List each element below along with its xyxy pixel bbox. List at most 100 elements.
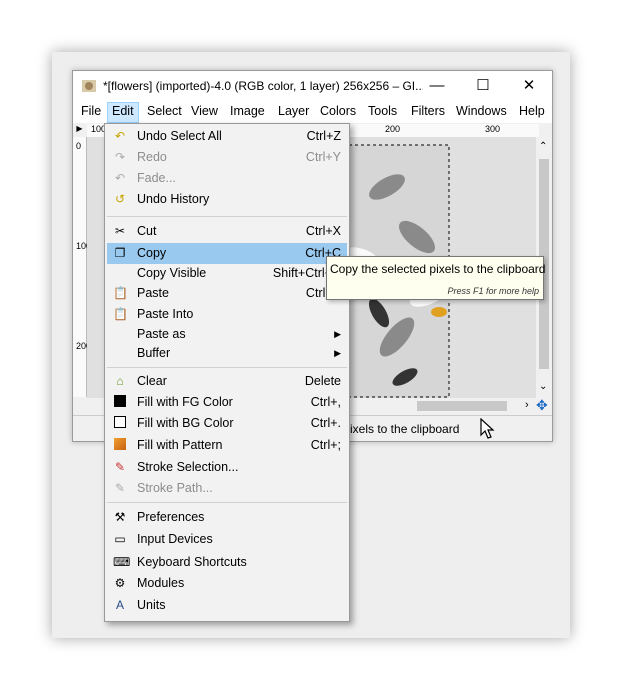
menu-item-label: Redo <box>137 150 167 164</box>
menu-item-label: Fade... <box>137 171 176 185</box>
menu-tools[interactable]: Tools <box>368 104 397 118</box>
modules-icon: ⚙ <box>114 576 126 590</box>
minimize-button[interactable]: — <box>414 71 460 101</box>
tooltip-text: Copy the selected pixels to the clipboar… <box>330 262 546 276</box>
mouse-cursor-icon <box>480 418 495 439</box>
submenu-arrow-icon: ▶ <box>334 348 341 358</box>
undo-history-icon: ↺ <box>114 192 126 206</box>
menu-item-shortcut: Ctrl+Y <box>305 150 341 164</box>
menu-separator <box>107 216 347 217</box>
menu-item-label: Preferences <box>137 510 205 524</box>
close-button[interactable]: ✕ <box>506 71 552 101</box>
menu-item-clear[interactable]: ⌂ Clear Delete <box>107 371 347 392</box>
menu-separator <box>107 502 347 503</box>
menu-item-label: Stroke Path... <box>137 481 213 495</box>
copy-icon: ❐ <box>114 246 126 260</box>
paste-into-icon: 📋 <box>113 307 128 321</box>
menu-item-label: Cut <box>137 224 157 238</box>
scroll-down-icon[interactable]: ⌄ <box>539 381 547 392</box>
menu-item-preferences[interactable]: ⚒ Preferences <box>107 507 347 528</box>
units-icon: A <box>115 598 124 612</box>
fg-color-icon <box>113 395 127 409</box>
keyboard-icon: ⌨ <box>113 555 131 569</box>
bg-color-icon <box>113 416 127 430</box>
menu-item-label: Fill with FG Color <box>137 395 233 409</box>
input-devices-icon: ▭ <box>114 532 126 546</box>
menu-image[interactable]: Image <box>230 104 265 118</box>
menu-item-label: Paste <box>137 286 169 300</box>
menu-item-label: Buffer <box>137 346 171 360</box>
menu-item-paste[interactable]: 📋 Paste Ctrl+V <box>107 283 347 304</box>
edit-menu: ↶ Undo Select All Ctrl+Z ↷ Redo Ctrl+Y ↶… <box>104 123 350 622</box>
ruler-origin-button[interactable]: ▶ <box>73 124 86 137</box>
menu-colors[interactable]: Colors <box>320 104 356 118</box>
menu-windows[interactable]: Windows <box>456 104 507 118</box>
menu-filters[interactable]: Filters <box>411 104 445 118</box>
scroll-up-icon[interactable]: ⌃ <box>539 141 547 152</box>
menu-item-buffer[interactable]: Buffer ▶ <box>107 343 347 364</box>
menu-item-cut[interactable]: ✂ Cut Ctrl+X <box>107 221 347 242</box>
menu-item-label: Units <box>137 598 166 612</box>
menu-item-copy[interactable]: ❐ Copy Ctrl+C <box>107 243 347 264</box>
menu-item-label: Stroke Selection... <box>137 460 239 474</box>
stroke-selection-icon: ✎ <box>114 460 126 474</box>
menu-item-undo-history[interactable]: ↺ Undo History <box>107 189 347 210</box>
stroke-path-icon: ✎ <box>114 481 126 495</box>
menu-file[interactable]: File <box>81 104 101 118</box>
menu-item-label: Copy Visible <box>137 266 207 280</box>
menu-item-label: Modules <box>137 576 185 590</box>
ruler-tick: 300 <box>485 124 501 134</box>
menu-item-label: Copy <box>137 246 167 260</box>
menu-item-stroke-path[interactable]: ✎ Stroke Path... <box>107 478 347 499</box>
menu-view[interactable]: View <box>191 104 218 118</box>
ruler-tick: 0 <box>76 141 82 151</box>
undo-icon: ↶ <box>114 129 126 143</box>
menu-item-shortcut: Delete <box>304 374 341 388</box>
menu-item-input-devices[interactable]: ▭ Input Devices <box>107 529 347 550</box>
pattern-icon <box>113 438 127 452</box>
maximize-button[interactable]: ☐ <box>460 71 506 101</box>
menu-item-label: Paste Into <box>137 307 194 321</box>
window-title: *[flowers] (imported)-4.0 (RGB color, 1 … <box>103 79 423 93</box>
menu-item-keyboard-shortcuts[interactable]: ⌨ Keyboard Shortcuts <box>107 552 347 573</box>
menu-help[interactable]: Help <box>519 104 545 118</box>
menu-item-fill-fg-color[interactable]: Fill with FG Color Ctrl+, <box>107 392 347 413</box>
menu-item-stroke-selection[interactable]: ✎ Stroke Selection... <box>107 457 347 478</box>
scroll-right-icon[interactable]: › <box>525 399 529 411</box>
scissors-icon: ✂ <box>114 224 126 238</box>
vertical-ruler[interactable]: 0 100 200 <box>73 137 91 397</box>
tooltip-hint: Press F1 for more help <box>447 286 539 296</box>
navigate-icon[interactable]: ✥ <box>536 397 548 414</box>
menu-edit[interactable]: Edit <box>107 102 139 123</box>
menu-item-label: Undo History <box>137 192 210 206</box>
horizontal-scroll-thumb[interactable] <box>417 401 507 411</box>
menu-item-label: Paste as <box>137 327 186 341</box>
menu-item-shortcut: Ctrl+, <box>310 395 341 409</box>
menu-item-units[interactable]: A Units <box>107 595 347 616</box>
menu-item-label: Clear <box>137 374 167 388</box>
title-bar: *[flowers] (imported)-4.0 (RGB color, 1 … <box>73 71 552 101</box>
menu-item-label: Keyboard Shortcuts <box>137 555 247 569</box>
menu-item-fill-bg-color[interactable]: Fill with BG Color Ctrl+. <box>107 413 347 434</box>
menu-item-label: Fill with BG Color <box>137 416 234 430</box>
menu-item-paste-as[interactable]: Paste as ▶ <box>107 324 347 345</box>
menu-item-copy-visible[interactable]: Copy Visible Shift+Ctrl+C <box>107 263 347 284</box>
menu-item-paste-into[interactable]: 📋 Paste Into <box>107 304 347 325</box>
status-message: ixels to the clipboard <box>350 422 460 436</box>
menu-item-shortcut: Ctrl+; <box>310 438 341 452</box>
menu-item-fade[interactable]: ↶ Fade... <box>107 168 347 189</box>
menu-item-label: Undo Select All <box>137 129 222 143</box>
fade-icon: ↶ <box>114 171 126 185</box>
menu-item-modules[interactable]: ⚙ Modules <box>107 573 347 594</box>
copy-tooltip: Copy the selected pixels to the clipboar… <box>326 256 546 300</box>
preferences-icon: ⚒ <box>114 510 126 524</box>
menu-separator <box>107 367 347 368</box>
menu-select[interactable]: Select <box>147 104 182 118</box>
ruler-tick: 200 <box>385 124 401 134</box>
menu-layer[interactable]: Layer <box>278 104 309 118</box>
menu-item-label: Input Devices <box>137 532 213 546</box>
menu-item-fill-pattern[interactable]: Fill with Pattern Ctrl+; <box>107 435 347 456</box>
menu-item-undo-select-all[interactable]: ↶ Undo Select All Ctrl+Z <box>107 126 347 147</box>
menu-item-redo[interactable]: ↷ Redo Ctrl+Y <box>107 147 347 168</box>
menu-bar: File Edit Select View Image Layer Colors… <box>73 101 552 123</box>
